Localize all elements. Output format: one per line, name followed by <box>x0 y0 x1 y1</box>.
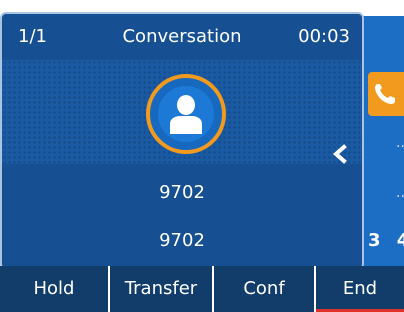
side-digits: 3 4 <box>368 230 404 251</box>
call-timer: 00:03 <box>298 26 350 47</box>
caller-name: 9702 <box>159 182 205 203</box>
person-icon <box>170 95 202 134</box>
side-dots-1: .. <box>396 135 404 151</box>
phone-handset-icon <box>375 84 395 104</box>
phone-screen: .. .. 3 4 1/1 Conversation 00:03 9702 97… <box>0 0 404 312</box>
conference-button[interactable]: Conf <box>214 266 316 312</box>
chevron-left-icon[interactable] <box>330 140 350 168</box>
call-line-icon[interactable] <box>368 72 404 116</box>
transfer-button[interactable]: Transfer <box>110 266 214 312</box>
contact-avatar <box>146 74 226 154</box>
caller-number: 9702 <box>159 230 205 251</box>
end-call-label: End <box>342 278 378 299</box>
end-call-button[interactable]: End <box>316 266 404 312</box>
side-dots-2: .. <box>396 185 404 201</box>
softkey-bar: Hold Transfer Conf End <box>0 266 404 312</box>
call-header: 1/1 Conversation 00:03 <box>2 14 362 60</box>
conversation-card: 1/1 Conversation 00:03 9702 9702 <box>0 12 364 270</box>
hold-button[interactable]: Hold <box>0 266 110 312</box>
